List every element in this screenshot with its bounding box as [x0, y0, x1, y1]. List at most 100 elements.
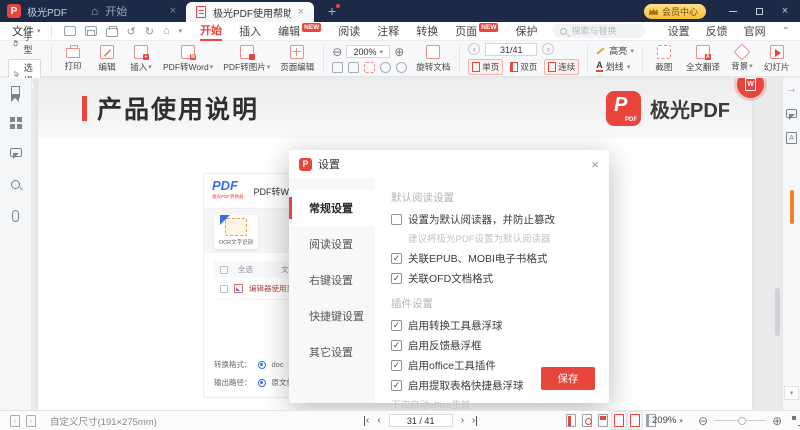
zoom-in-icon[interactable]: ⊕ [772, 414, 782, 428]
tab-document[interactable]: 极光PDF使用帮助.pdf × [186, 2, 314, 22]
view-mode-5-icon[interactable] [630, 414, 640, 427]
slider-knob[interactable] [738, 417, 746, 425]
zoom-out-icon[interactable]: ⊖ [332, 45, 342, 59]
checkbox-row-ofd[interactable]: ✓ 关联OFD文档格式 [391, 271, 595, 286]
checkbox-checked-icon[interactable]: ✓ [391, 253, 402, 264]
tab-home[interactable]: ⌂ 开始 × [81, 0, 186, 22]
screenshot-button[interactable]: 截图 [647, 42, 681, 76]
next-doc-icon[interactable]: › [26, 415, 36, 427]
checkbox-checked-icon[interactable]: ✓ [391, 320, 402, 331]
member-center-button[interactable]: 会员中心 [644, 4, 706, 19]
first-page-icon[interactable]: ‹ [364, 416, 369, 426]
prev-page-icon[interactable]: ‹ [468, 43, 480, 55]
checkbox-row-feedback-ball[interactable]: ✓ 启用反馈悬浮框 [391, 338, 595, 353]
undo-icon[interactable]: ↺ [127, 25, 136, 38]
attachments-panel-button[interactable] [9, 210, 22, 223]
home-icon[interactable]: ⌂ [163, 25, 170, 37]
checkbox-row-default-reader[interactable]: 设置为默认阅读器，并防止篡改 [391, 212, 595, 227]
converter-floating-ball[interactable]: W [737, 78, 764, 98]
last-page-icon[interactable]: › [472, 416, 477, 426]
close-icon[interactable]: × [591, 157, 599, 172]
checkbox-row-epub-mobi[interactable]: ✓ 关联EPUB、MOBI电子书格式 [391, 251, 595, 266]
checkbox-row-convert-ball[interactable]: ✓ 启用转换工具悬浮球 [391, 318, 595, 333]
rotate-right-icon[interactable] [396, 62, 407, 73]
vertical-scrollbar[interactable] [775, 288, 780, 336]
save-button[interactable]: 保存 [541, 367, 595, 390]
collapse-ribbon-icon[interactable]: ⌃ [782, 26, 790, 37]
search-panel-button[interactable] [9, 179, 22, 192]
checkbox-checked-icon[interactable]: ✓ [391, 360, 402, 371]
prev-doc-icon[interactable]: ‹ [10, 415, 20, 427]
view-mode-1-icon[interactable] [566, 414, 576, 427]
page-edit-button[interactable]: 页面编辑 [275, 42, 319, 76]
close-window-button[interactable]: × [772, 0, 798, 22]
menu-tab-edit[interactable]: 编辑NEW [278, 22, 321, 41]
prev-page-icon[interactable]: ‹ [377, 415, 380, 426]
image-to-text-button[interactable]: 图片转文字 [794, 42, 800, 76]
menu-tab-home[interactable]: 开始 [200, 22, 222, 41]
search-box[interactable] [553, 24, 645, 38]
fit-page-icon[interactable] [332, 62, 343, 73]
marquee-zoom-icon[interactable] [364, 62, 375, 73]
bookmarks-panel-button[interactable] [9, 86, 22, 99]
minimize-button[interactable] [720, 0, 746, 22]
checkbox-checked-icon[interactable]: ✓ [391, 380, 402, 391]
checkbox-unchecked-icon[interactable] [391, 214, 402, 225]
view-mode-4-icon[interactable] [614, 414, 624, 427]
single-page-button[interactable]: 单页 [468, 59, 503, 75]
zoom-level-select[interactable]: 209%▾ [652, 415, 683, 426]
feedback-icon[interactable] [786, 109, 797, 118]
settings-link[interactable]: 设置 [668, 23, 690, 39]
zoom-out-icon[interactable]: ⊖ [698, 414, 708, 428]
close-icon[interactable]: × [170, 5, 176, 17]
nav-shortcut-settings[interactable]: 快捷键设置 [289, 298, 375, 334]
nav-reading-settings[interactable]: 阅读设置 [289, 226, 375, 262]
menu-tab-page[interactable]: 页面NEW [455, 22, 498, 41]
search-input[interactable] [571, 26, 641, 36]
fit-width-icon[interactable] [348, 62, 359, 73]
new-tab-button[interactable]: + [324, 3, 340, 19]
nav-general-settings[interactable]: 常规设置 [289, 190, 375, 226]
checkbox-checked-icon[interactable]: ✓ [391, 273, 402, 284]
maximize-button[interactable] [746, 0, 772, 22]
view-mode-3-icon[interactable] [598, 414, 608, 427]
view-mode-2-icon[interactable] [582, 414, 592, 427]
pdf-to-image-button[interactable]: PDF转图片▾ [218, 42, 275, 76]
chevron-down-icon[interactable]: ▾ [179, 27, 183, 35]
panel-dropdown-button[interactable]: ▾ [784, 386, 799, 400]
nav-rightclick-settings[interactable]: 右键设置 [289, 262, 375, 298]
menu-tab-annotate[interactable]: 注释 [377, 22, 399, 41]
menu-tab-read[interactable]: 阅读 [338, 22, 360, 41]
continuous-button[interactable]: 连续 [544, 59, 579, 75]
next-page-icon[interactable]: › [461, 415, 464, 426]
underline-button[interactable]: A 划线▾ [596, 60, 634, 73]
nav-other-settings[interactable]: 其它设置 [289, 334, 375, 370]
feedback-link[interactable]: 反馈 [706, 23, 728, 39]
official-site-link[interactable]: 官网 [744, 23, 766, 39]
close-icon[interactable]: × [298, 6, 304, 18]
rotate-left-icon[interactable] [380, 62, 391, 73]
menu-tab-convert[interactable]: 转换 [416, 22, 438, 41]
zoom-in-icon[interactable]: ⊕ [394, 45, 404, 59]
page-number-input[interactable]: 31/41 [485, 43, 537, 56]
zoom-level-select[interactable]: 200%▾ [346, 45, 390, 58]
hand-tool-button[interactable]: 手型 [8, 29, 41, 57]
edit-button[interactable]: 编辑 [90, 42, 124, 76]
comments-panel-button[interactable] [9, 148, 22, 161]
next-page-icon[interactable]: › [542, 43, 554, 55]
highlight-button[interactable]: 高亮▾ [596, 44, 634, 57]
printer-icon[interactable] [106, 28, 118, 37]
print-button[interactable]: 打印 [56, 42, 90, 76]
collapse-arrow-icon[interactable]: → [787, 84, 797, 95]
fullscreen-icon[interactable] [792, 416, 800, 426]
rotate-document-button[interactable]: 旋转文档 [411, 42, 455, 76]
page-number-input[interactable]: 31 / 41 [389, 414, 453, 427]
save-icon[interactable] [85, 26, 97, 36]
redo-icon[interactable]: ↻ [145, 25, 154, 38]
thumbnails-panel-button[interactable] [9, 117, 22, 130]
orange-indicator[interactable] [790, 190, 794, 224]
background-button[interactable]: 背景▾ [725, 42, 759, 76]
slideshow-button[interactable]: 幻灯片 [759, 42, 795, 76]
insert-button[interactable]: + 插入▾ [124, 42, 158, 76]
checkbox-checked-icon[interactable]: ✓ [391, 340, 402, 351]
